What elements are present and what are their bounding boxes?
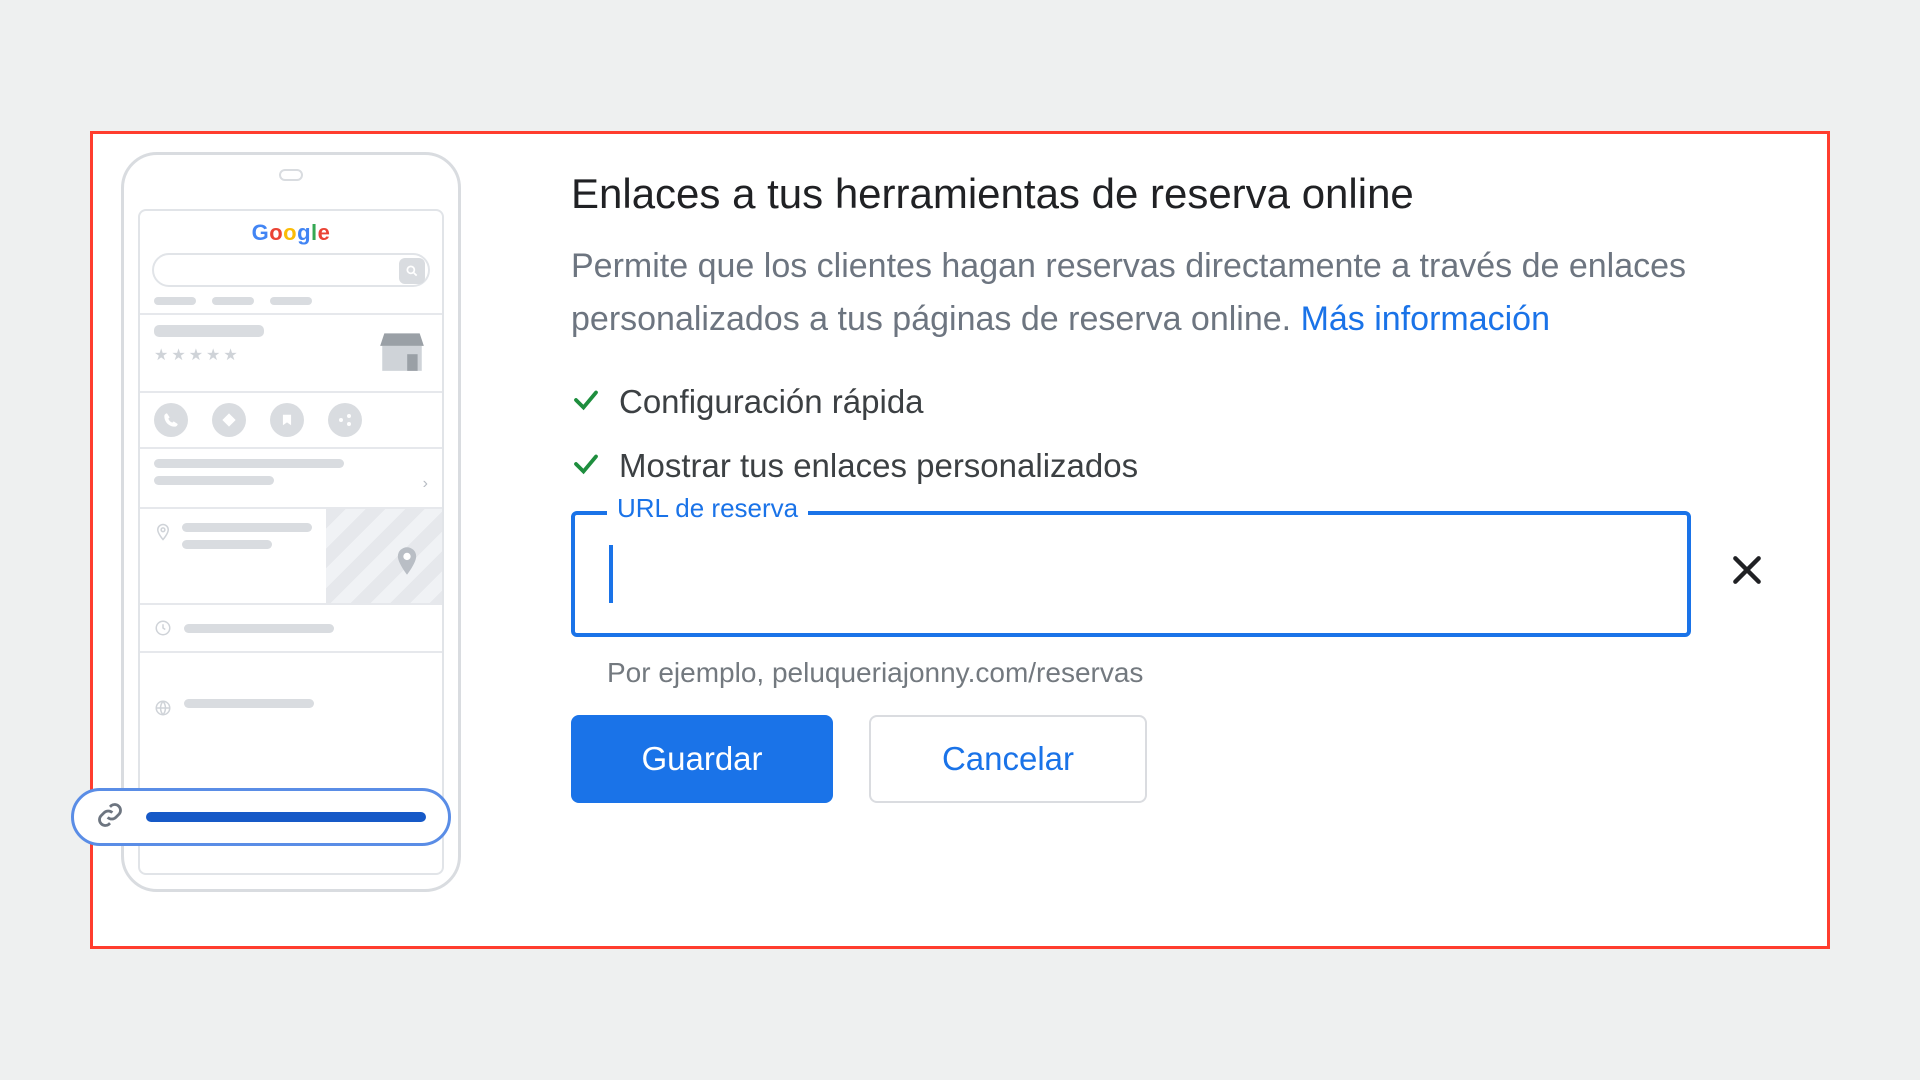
check-icon bbox=[571, 449, 601, 484]
dialog-description: Permite que los clientes hagan reservas … bbox=[571, 240, 1711, 345]
more-info-link[interactable]: Más información bbox=[1301, 300, 1550, 338]
check-item-custom-links: Mostrar tus enlaces personalizados bbox=[571, 447, 1787, 485]
search-icon bbox=[399, 258, 425, 284]
text-cursor bbox=[609, 545, 613, 603]
phone-icon bbox=[154, 403, 188, 437]
share-icon bbox=[328, 403, 362, 437]
dialog-content: Enlaces a tus herramientas de reserva on… bbox=[531, 152, 1787, 946]
check-item-quick-setup: Configuración rápida bbox=[571, 383, 1787, 421]
cancel-button[interactable]: Cancelar bbox=[869, 715, 1147, 803]
store-icon bbox=[376, 323, 428, 375]
dialog-frame: Google ★★★★★ bbox=[90, 131, 1830, 949]
search-bar-illustration bbox=[152, 253, 430, 287]
save-place-icon bbox=[270, 403, 304, 437]
map-thumbnail bbox=[326, 509, 442, 603]
check-label: Configuración rápida bbox=[619, 383, 924, 421]
phone-illustration: Google ★★★★★ bbox=[111, 152, 531, 946]
field-hint: Por ejemplo, peluqueriajonny.com/reserva… bbox=[607, 657, 1787, 689]
link-icon bbox=[96, 801, 124, 834]
save-button[interactable]: Guardar bbox=[571, 715, 833, 803]
google-logo: Google bbox=[140, 211, 442, 253]
chevron-right-icon: › bbox=[423, 475, 428, 493]
reservation-url-field[interactable]: URL de reserva bbox=[571, 511, 1691, 637]
check-label: Mostrar tus enlaces personalizados bbox=[619, 447, 1138, 485]
check-icon bbox=[571, 385, 601, 420]
directions-icon bbox=[212, 403, 246, 437]
field-label: URL de reserva bbox=[607, 493, 808, 524]
dialog-title: Enlaces a tus herramientas de reserva on… bbox=[571, 170, 1787, 218]
clear-field-button[interactable] bbox=[1727, 547, 1767, 601]
link-highlight-pill bbox=[71, 788, 451, 846]
